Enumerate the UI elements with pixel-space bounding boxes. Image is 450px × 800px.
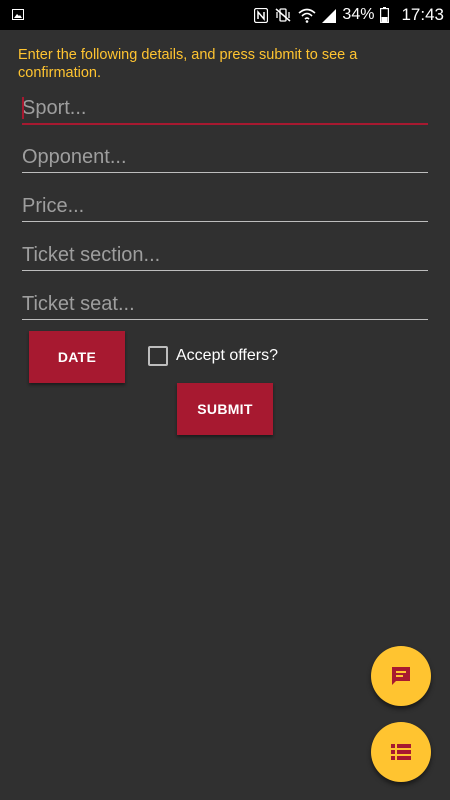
accept-offers-checkbox[interactable] (148, 346, 168, 366)
instructions-text: Enter the following details, and press s… (18, 47, 358, 81)
ticket-section-field[interactable] (22, 240, 428, 272)
signal-icon (322, 8, 337, 23)
battery-percentage: 34% (342, 6, 375, 23)
ticket-seat-field[interactable] (22, 289, 428, 321)
price-input[interactable] (22, 191, 428, 222)
submit-button[interactable]: SUBMIT (177, 383, 273, 435)
ticket-seat-input[interactable] (22, 289, 428, 320)
list-icon (391, 744, 411, 760)
list-fab-button[interactable] (371, 722, 431, 782)
nfc-icon (254, 7, 269, 23)
vibrate-mute-icon (275, 8, 291, 22)
wifi-icon (298, 8, 316, 23)
message-icon (392, 667, 410, 685)
ticket-section-input[interactable] (22, 240, 428, 271)
sport-field[interactable] (22, 93, 428, 125)
battery-icon (380, 7, 390, 23)
opponent-input[interactable] (22, 142, 428, 173)
text-cursor (22, 97, 24, 119)
gallery-notification-icon (12, 9, 24, 20)
opponent-field[interactable] (22, 142, 428, 174)
sport-input[interactable] (22, 93, 428, 125)
message-fab-button[interactable] (371, 646, 431, 706)
accept-offers-checkbox-row[interactable]: Accept offers? (148, 345, 278, 367)
date-button[interactable]: DATE (29, 331, 125, 383)
clock: 17:43 (401, 5, 444, 24)
accept-offers-label: Accept offers? (176, 347, 278, 364)
status-bar: 34% 17:43 (0, 0, 450, 30)
price-field[interactable] (22, 191, 428, 223)
